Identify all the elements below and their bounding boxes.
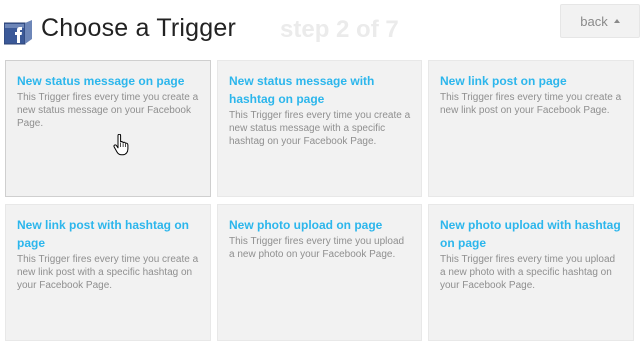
page-title: Choose a Trigger (41, 14, 236, 42)
caret-up-icon (613, 19, 620, 23)
trigger-description: This Trigger fires every time you create… (440, 92, 622, 116)
page-header: Choose a Trigger step 2 of 7 back (0, 0, 640, 58)
facebook-icon (4, 20, 32, 45)
trigger-card-new-photo-upload[interactable]: New photo upload on page This Trigger fi… (217, 204, 422, 341)
trigger-title: New status message with hashtag on page (229, 74, 375, 106)
step-indicator: step 2 of 7 (280, 16, 399, 43)
trigger-title: New photo upload with hashtag on page (440, 218, 621, 250)
trigger-title: New link post with hashtag on page (17, 218, 190, 250)
hand-pointer-icon (113, 134, 129, 156)
trigger-description: This Trigger fires every time you create… (17, 92, 199, 129)
trigger-description: This Trigger fires every time you upload… (229, 236, 405, 260)
trigger-description: This Trigger fires every time you create… (229, 110, 411, 147)
back-button-label: back (580, 13, 608, 29)
trigger-card-new-status-message[interactable]: New status message on page This Trigger … (5, 60, 211, 197)
trigger-title: New status message on page (17, 74, 185, 88)
trigger-title: New photo upload on page (229, 218, 383, 232)
trigger-card-new-photo-upload-hashtag[interactable]: New photo upload with hashtag on page Th… (428, 204, 634, 341)
trigger-description: This Trigger fires every time you upload… (440, 254, 616, 291)
trigger-card-new-status-message-hashtag[interactable]: New status message with hashtag on page … (217, 60, 422, 197)
back-button[interactable]: back (560, 4, 640, 38)
trigger-card-new-link-post[interactable]: New link post on page This Trigger fires… (428, 60, 634, 197)
trigger-description: This Trigger fires every time you create… (17, 254, 199, 291)
trigger-title: New link post on page (440, 74, 567, 88)
trigger-card-new-link-post-hashtag[interactable]: New link post with hashtag on page This … (5, 204, 211, 341)
